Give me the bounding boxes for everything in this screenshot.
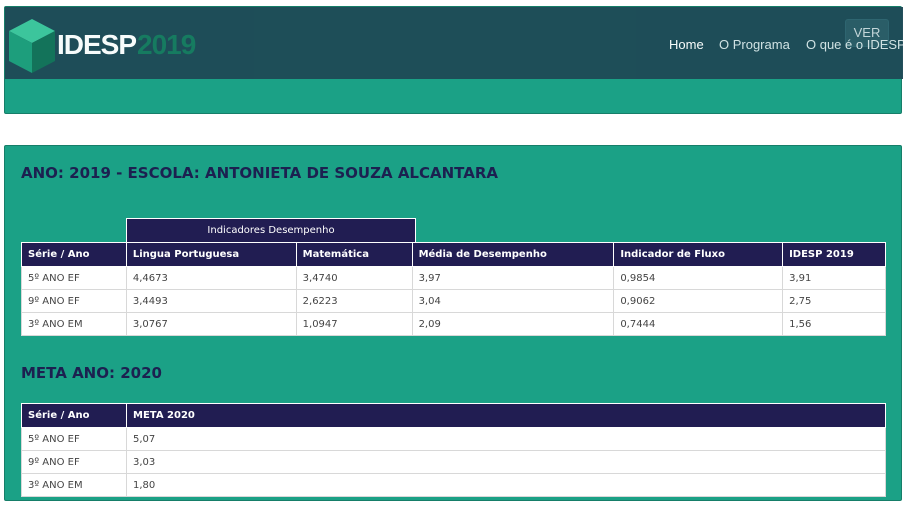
column-header: Média de Desempenho	[411, 242, 615, 267]
table-cell: 3,4493	[125, 289, 297, 313]
table-header-row: Série / Ano Lingua Portuguesa Matemática…	[21, 242, 886, 267]
table-cell: 3,91	[782, 266, 886, 290]
table-cell: 0,9854	[613, 266, 784, 290]
cube-logo-icon	[9, 19, 55, 73]
meta-heading: META ANO: 2020	[21, 364, 162, 382]
table-cell: 1,0947	[295, 312, 413, 336]
table-cell: 3,4740	[295, 266, 413, 290]
table-cell: 2,09	[411, 312, 615, 336]
indicators-table: Série / Ano Lingua Portuguesa Matemática…	[21, 242, 886, 336]
table-cell: 3,0767	[125, 312, 297, 336]
column-header: Matemática	[295, 242, 413, 267]
results-panel: ANO: 2019 - ESCOLA: ANTONIETA DE SOUZA A…	[4, 145, 902, 501]
table-cell: 3,03	[126, 450, 886, 474]
table-row: 5º ANO EF 4,4673 3,4740 3,97 0,9854 3,91	[21, 266, 886, 290]
table-cell: 1,80	[126, 473, 886, 497]
table-cell: 0,7444	[613, 312, 784, 336]
table-row: 5º ANO EF 5,07	[21, 427, 886, 451]
table-cell: 2,6223	[295, 289, 413, 313]
column-header: Série / Ano	[21, 242, 127, 267]
table-cell: 9º ANO EF	[21, 289, 127, 313]
table-cell: 3,04	[411, 289, 615, 313]
table-cell: 9º ANO EF	[21, 450, 127, 474]
table-row: 9º ANO EF 3,03	[21, 450, 886, 474]
nav-home-link[interactable]: Home	[669, 37, 704, 52]
table-cell: 0,9062	[613, 289, 784, 313]
table-row: 3º ANO EM 3,0767 1,0947 2,09 0,7444 1,56	[21, 312, 886, 336]
header-panel: IDESP 2019 VER Home O Programa O que é o…	[4, 6, 903, 114]
table-row: 3º ANO EM 1,80	[21, 473, 886, 497]
indicators-group-header: Indicadores Desempenho	[126, 218, 416, 242]
table-cell: 5º ANO EF	[21, 266, 127, 290]
column-header: META 2020	[126, 403, 886, 428]
column-header: Lingua Portuguesa	[125, 242, 297, 267]
table-cell: 1,56	[782, 312, 886, 336]
table-cell: 5,07	[126, 427, 886, 451]
brand-year: 2019	[137, 29, 196, 60]
table-header-row: Série / Ano META 2020	[21, 403, 886, 428]
column-header: IDESP 2019	[782, 242, 886, 267]
table-cell: 2,75	[782, 289, 886, 313]
navbar: IDESP 2019 VER Home O Programa O que é o…	[5, 7, 903, 79]
column-header: Série / Ano	[21, 403, 127, 428]
school-heading: ANO: 2019 - ESCOLA: ANTONIETA DE SOUZA A…	[21, 164, 498, 182]
table-cell: 3,97	[411, 266, 615, 290]
meta-table: Série / Ano META 2020 5º ANO EF 5,07 9º …	[21, 403, 886, 497]
table-row: 9º ANO EF 3,4493 2,6223 3,04 0,9062 2,75	[21, 289, 886, 313]
table-cell: 4,4673	[125, 266, 297, 290]
table-cell: 3º ANO EM	[21, 312, 127, 336]
table-cell: 5º ANO EF	[21, 427, 127, 451]
nav-oque-e-idesp-link[interactable]: O que é o IDESP	[806, 37, 903, 52]
column-header: Indicador de Fluxo	[613, 242, 784, 267]
nav-programa-link[interactable]: O Programa	[719, 37, 790, 52]
table-cell: 3º ANO EM	[21, 473, 127, 497]
brand-name[interactable]: IDESP	[57, 29, 137, 61]
